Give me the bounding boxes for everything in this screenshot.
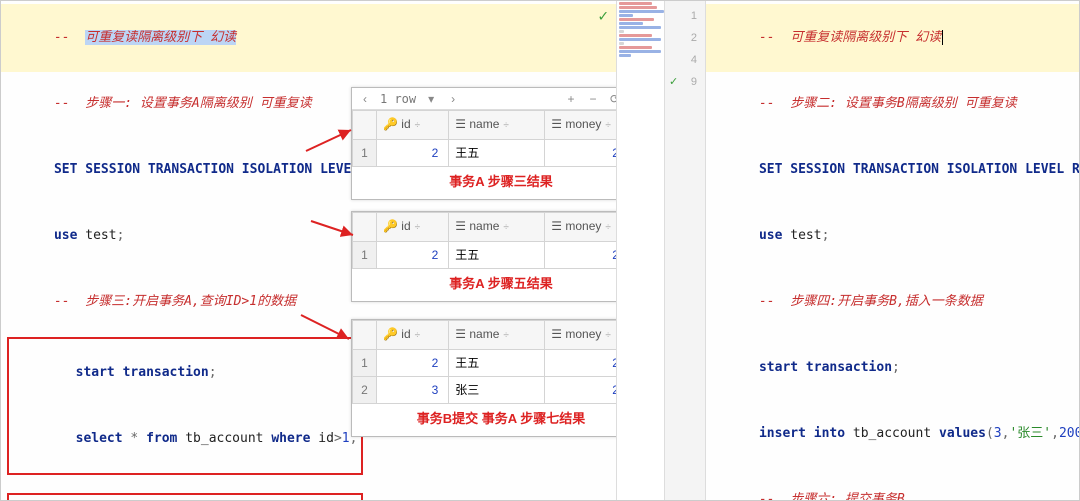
code-line[interactable]: insert into tb_account values(3,'张三',200…	[712, 401, 1073, 467]
result-caption: 事务A 步骤三结果	[352, 167, 616, 199]
table-row[interactable]: 1 2 王五 2000	[353, 242, 617, 269]
data-table: 🔑 id÷ ☰ name÷ ☰ money÷ 1 2 王五 2000 2 3 张…	[352, 320, 616, 404]
line-gutter: 1 2 4 ✓9	[664, 1, 706, 500]
data-table: 🔑 id÷ ☰ name÷ ☰ money÷ 1 2 王五 2000	[352, 212, 616, 269]
prev-icon[interactable]: ‹	[358, 88, 372, 110]
code-line[interactable]: -- 步骤五:事务A,查询ID>1的数据	[13, 496, 357, 500]
code-line[interactable]: -- 可重复读隔离级别下 幻读	[1, 4, 616, 72]
col-id[interactable]: 🔑 id÷	[377, 111, 449, 140]
table-row[interactable]: 1 2 王五 2000	[353, 350, 617, 377]
result-table-5: 🔑 id÷ ☰ name÷ ☰ money÷ 1 2 王五 2000 事务A 步…	[351, 211, 616, 302]
checkmark-icon: ✓	[598, 5, 608, 27]
remove-icon[interactable]: −	[586, 88, 600, 110]
text-cursor	[942, 30, 951, 45]
highlight-box-1: start transaction; select * from tb_acco…	[7, 337, 363, 475]
highlight-box-2: -- 步骤五:事务A,查询ID>1的数据 select * from tb_ac…	[7, 493, 363, 500]
code-line[interactable]: SET SESSION TRANSACTION ISOLATION LEVEL …	[712, 137, 1073, 203]
code-line[interactable]: -- 步骤六: 提交事务B	[712, 467, 1073, 500]
dropdown-icon[interactable]: ▾	[424, 88, 438, 110]
code-line[interactable]: start transaction;	[13, 340, 357, 406]
data-table: 🔑 id÷ ☰ name÷ ☰ money÷ 1 2 王五 2000	[352, 110, 616, 167]
result-toolbar: ‹ 1 row ▾ › + − ⟳ ⤓	[352, 88, 616, 110]
code-line[interactable]: use test;	[712, 203, 1073, 269]
minimap[interactable]	[616, 1, 664, 500]
col-id[interactable]: 🔑 id÷	[377, 213, 449, 242]
col-id[interactable]: 🔑 id÷	[377, 321, 449, 350]
col-money[interactable]: ☰ money÷	[545, 213, 616, 242]
col-money[interactable]: ☰ money÷	[545, 111, 616, 140]
code-line[interactable]: -- 步骤四:开启事务B,插入一条数据	[712, 269, 1073, 335]
row-count: 1 row	[380, 88, 416, 110]
next-icon[interactable]: ›	[446, 88, 460, 110]
editor-left-pane[interactable]: ✓ -- 可重复读隔离级别下 幻读 -- 步骤一: 设置事务A隔离级别 可重复读…	[1, 1, 616, 500]
code-line[interactable]: select * from tb_account where id>1;	[13, 406, 357, 472]
result-table-7: 🔑 id÷ ☰ name÷ ☰ money÷ 1 2 王五 2000 2 3 张…	[351, 319, 616, 437]
add-icon[interactable]: +	[564, 88, 578, 110]
col-name[interactable]: ☰ name÷	[449, 111, 545, 140]
col-name[interactable]: ☰ name÷	[449, 213, 545, 242]
code-line[interactable]: start transaction;	[712, 335, 1073, 401]
result-caption: 事务B提交 事务A 步骤七结果	[352, 404, 616, 436]
editor-right-pane[interactable]: -- 可重复读隔离级别下 幻读 -- 步骤二: 设置事务B隔离级别 可重复读 S…	[706, 1, 1079, 500]
col-name[interactable]: ☰ name÷	[449, 321, 545, 350]
checkmark-icon: ✓	[669, 71, 678, 93]
refresh-icon[interactable]: ⟳	[608, 88, 616, 110]
table-row[interactable]: 2 3 张三 2000	[353, 377, 617, 404]
result-caption: 事务A 步骤五结果	[352, 269, 616, 301]
code-line[interactable]: -- 可重复读隔离级别下 幻读	[706, 4, 1079, 72]
result-table-3: ‹ 1 row ▾ › + − ⟳ ⤓ 🔑 id÷ ☰ name÷ ☰ mone…	[351, 87, 616, 200]
col-money[interactable]: ☰ money÷	[545, 321, 616, 350]
table-row[interactable]: 1 2 王五 2000	[353, 140, 617, 167]
code-line[interactable]: -- 步骤二: 设置事务B隔离级别 可重复读	[712, 71, 1073, 137]
